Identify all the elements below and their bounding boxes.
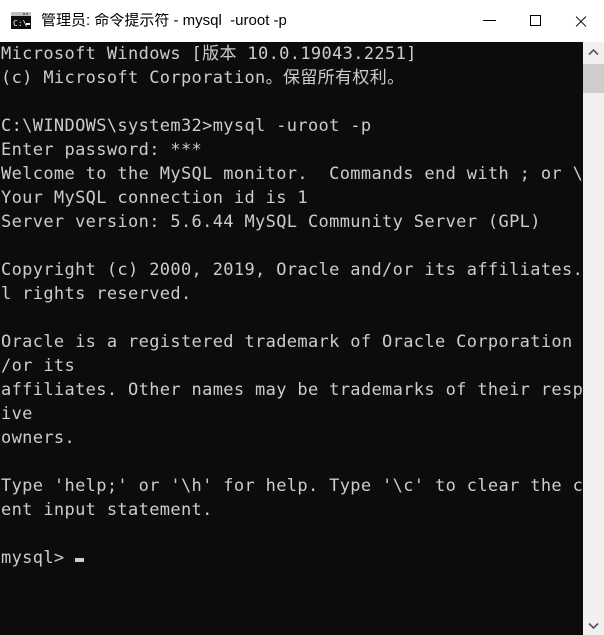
close-button[interactable] (558, 0, 604, 41)
svg-text:C:\: C:\ (13, 19, 28, 28)
console-line: ent input statement. (1, 500, 213, 520)
console-output[interactable]: Microsoft Windows [版本 10.0.19043.2251] (c… (0, 42, 583, 635)
console-line: ive (1, 404, 33, 424)
maximize-icon (529, 15, 541, 26)
console-area: Microsoft Windows [版本 10.0.19043.2251] (c… (0, 42, 604, 635)
console-line: (c) Microsoft Corporation。保留所有权利。 (1, 68, 405, 88)
vertical-scrollbar[interactable] (583, 42, 604, 635)
cmd-console-icon: C:\ (10, 11, 32, 30)
chevron-down-icon (588, 622, 599, 629)
console-line: Type 'help;' or '\h' for help. Type '\c'… (1, 476, 583, 496)
console-line: Copyright (c) 2000, 2019, Oracle and/or … (1, 260, 583, 280)
console-line: /or its (1, 356, 76, 376)
console-line: Oracle is a registered trademark of Orac… (1, 332, 583, 352)
minimize-button[interactable] (466, 0, 512, 41)
scrollbar-thumb[interactable] (583, 64, 604, 93)
scroll-down-button[interactable] (583, 615, 604, 635)
maximize-button[interactable] (512, 0, 558, 41)
console-prompt-line: mysql> (1, 546, 583, 570)
scroll-up-button[interactable] (583, 42, 604, 62)
console-line: owners. (1, 428, 76, 448)
console-line: Server version: 5.6.44 MySQL Community S… (1, 212, 541, 232)
close-icon (574, 14, 588, 28)
console-line: Enter password: *** (1, 140, 203, 160)
scrollbar-track[interactable] (583, 62, 604, 615)
chevron-up-icon (588, 48, 599, 55)
console-line: Welcome to the MySQL monitor. Commands e… (1, 164, 583, 184)
minimize-icon (482, 20, 496, 21)
console-line: C:\WINDOWS\system32>mysql -uroot -p (1, 116, 372, 136)
window-titlebar[interactable]: C:\ 管理员: 命令提示符 - mysql -uroot -p (0, 0, 604, 42)
window-title: 管理员: 命令提示符 - mysql -uroot -p (41, 13, 287, 28)
console-line: l rights reserved. (1, 284, 192, 304)
text-cursor (74, 558, 84, 562)
console-line: Your MySQL connection id is 1 (1, 188, 308, 208)
console-line: Microsoft Windows [版本 10.0.19043.2251] (1, 44, 417, 64)
command-prompt-window: C:\ 管理员: 命令提示符 - mysql -uroot -p Microso… (0, 0, 604, 635)
window-controls (466, 0, 604, 41)
console-line: affiliates. Other names may be trademark… (1, 380, 583, 400)
